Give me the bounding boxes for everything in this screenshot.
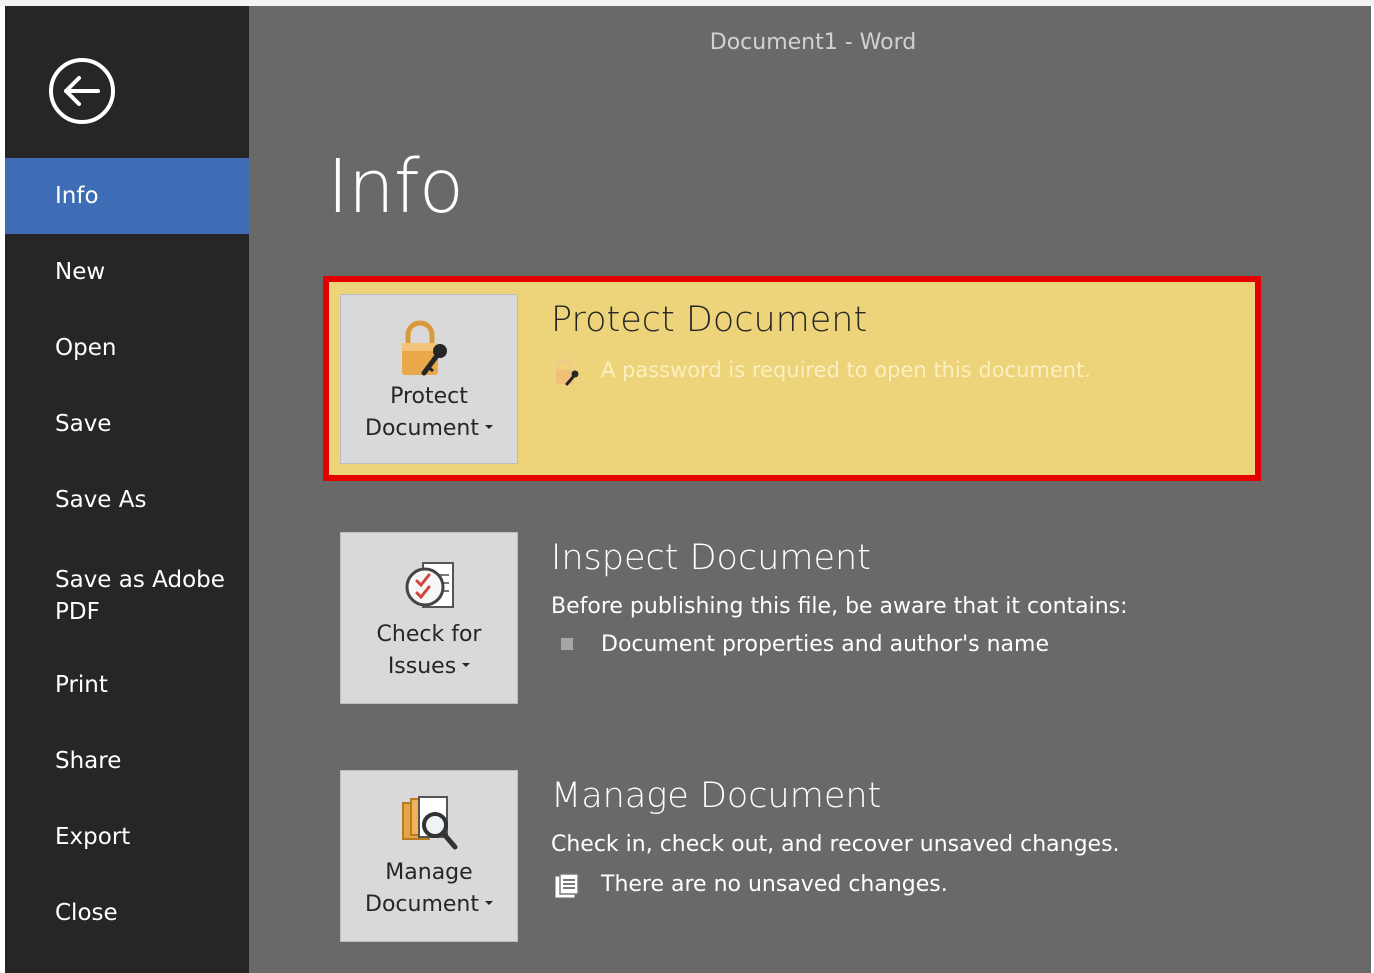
nav-save[interactable]: Save [5, 386, 249, 462]
check-issues-label-text: Check for Issues [376, 622, 482, 679]
inspect-item: Document properties and author's name [601, 632, 1050, 657]
nav-share[interactable]: Share [5, 723, 249, 799]
back-button[interactable] [47, 56, 117, 126]
dropdown-caret-icon [462, 663, 471, 667]
document-stack-icon [555, 873, 579, 898]
protect-document-button[interactable]: Protect Document [340, 294, 518, 464]
protect-document-title: Protect Document [551, 300, 868, 340]
manage-document-button-label: Manage Document [341, 857, 517, 921]
nav-save-as-adobe-pdf-label: Save as Adobe PDF [55, 567, 225, 625]
check-for-issues-button-label: Check for Issues [341, 619, 517, 683]
nav-share-label: Share [55, 748, 122, 774]
manage-status-text: There are no unsaved changes. [601, 872, 948, 897]
manage-label-text: Manage Document [365, 860, 479, 917]
nav-save-as-adobe-pdf[interactable]: Save as Adobe PDF [5, 554, 249, 638]
dropdown-caret-icon [484, 901, 493, 905]
checklist-icon [405, 562, 454, 608]
check-for-issues-button[interactable]: Check for Issues [340, 532, 518, 704]
protect-status-text: A password is required to open this docu… [601, 358, 1091, 382]
nav-save-as[interactable]: Save As [5, 462, 249, 538]
lock-key-small-icon [556, 358, 579, 386]
nav-export[interactable]: Export [5, 799, 249, 875]
nav-new-label: New [55, 259, 106, 285]
manage-document-title: Manage Document [551, 776, 882, 816]
nav-save-as-label: Save As [55, 487, 147, 513]
nav-print[interactable]: Print [5, 647, 249, 723]
nav-save-label: Save [55, 411, 112, 437]
nav-new[interactable]: New [5, 234, 249, 310]
backstage-view: Info New Open Save Save As Save as Adobe… [5, 6, 1371, 973]
window-title: Document1 - Word [709, 30, 917, 55]
nav-info[interactable]: Info [5, 158, 249, 234]
backstage-sidebar: Info New Open Save Save As Save as Adobe… [5, 6, 249, 973]
manage-document-description: Check in, check out, and recover unsaved… [551, 832, 1120, 857]
nav-export-label: Export [55, 824, 131, 850]
nav-open[interactable]: Open [5, 310, 249, 386]
page-title: Info [327, 144, 464, 230]
back-arrow-icon [49, 58, 115, 124]
manage-document-icon [402, 796, 458, 850]
nav-open-label: Open [55, 335, 117, 361]
protect-document-button-label: Protect Document [341, 381, 517, 445]
nav-info-label: Info [55, 183, 99, 209]
inspect-document-description: Before publishing this file, be aware th… [551, 594, 1128, 619]
nav-close[interactable]: Close [5, 875, 249, 951]
inspect-document-title: Inspect Document [551, 538, 871, 578]
bullet-icon [561, 638, 573, 650]
protect-label-text: Protect Document [365, 384, 479, 441]
manage-document-button[interactable]: Manage Document [340, 770, 518, 942]
dropdown-caret-icon [484, 425, 493, 429]
nav-print-label: Print [55, 672, 108, 698]
lock-key-icon [402, 320, 447, 376]
nav-close-label: Close [55, 900, 118, 926]
